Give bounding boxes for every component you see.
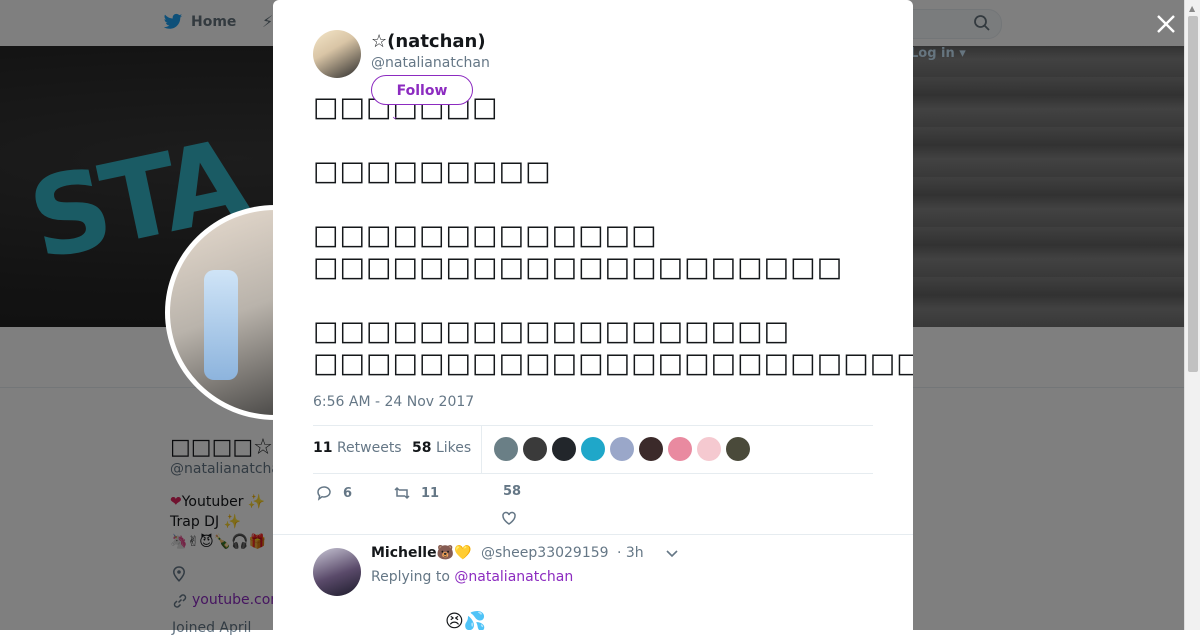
retweet-icon (394, 486, 410, 500)
reply-time[interactable]: · 3h (617, 545, 644, 561)
login-link[interactable]: Log in ▾ (910, 46, 966, 61)
reply-action[interactable]: 6 (315, 484, 352, 502)
tweet-text: □□□□□□□ □□□□□□□□□ □□□□□□□□□□□□□ □□□□□□□□… (313, 92, 913, 379)
close-icon[interactable] (1154, 12, 1178, 36)
stats-divider (481, 426, 482, 473)
replying-to: Replying to @natalianatchan (371, 569, 573, 585)
liker-avatar[interactable] (552, 437, 576, 461)
likes-label: Likes (435, 440, 472, 456)
chevron-down-icon[interactable]: ⌄ (391, 112, 399, 122)
author-avatar[interactable] (313, 30, 361, 78)
liker-avatar[interactable] (639, 437, 663, 461)
liker-avatar[interactable] (581, 437, 605, 461)
likes-stat[interactable]: 58 Likes (412, 440, 471, 456)
liker-avatar[interactable] (726, 437, 750, 461)
follow-button[interactable]: Follow (371, 75, 473, 105)
avatar-bottle (204, 270, 238, 380)
reply-icon (317, 486, 331, 501)
reply-avatar[interactable] (313, 548, 361, 596)
login-label: Log in (910, 46, 955, 61)
like-action-count: 58 (503, 484, 522, 499)
retweets-stat[interactable]: 11 Retweets (313, 440, 402, 456)
replying-to-prefix: Replying to (371, 569, 450, 585)
tweet-stats: 11 Retweets 58 Likes (313, 425, 873, 474)
scrollbar-thumb[interactable] (1188, 16, 1198, 372)
tweet-actions: 6 11 58 (313, 484, 873, 527)
liker-avatar[interactable] (610, 437, 634, 461)
likes-count: 58 (412, 440, 432, 456)
reply-tweet[interactable]: Michelle🐻💛 @sheep33029159 · 3h Replying … (273, 535, 913, 630)
page-scrollbar[interactable]: ▲ (1184, 0, 1200, 630)
author-name[interactable]: ☆(natchan) (371, 31, 486, 52)
scroll-up-arrow[interactable]: ▲ (1189, 4, 1195, 13)
liker-avatar[interactable] (494, 437, 518, 461)
liker-avatar[interactable] (668, 437, 692, 461)
retweet-action-count: 11 (421, 485, 440, 501)
reply-author-handle[interactable]: @sheep33029159 (481, 545, 609, 561)
like-action[interactable]: 58 (503, 484, 521, 499)
liker-avatar[interactable] (523, 437, 547, 461)
replies-area: Michelle🐻💛 @sheep33029159 · 3h Replying … (273, 534, 913, 630)
liker-avatar[interactable] (697, 437, 721, 461)
chevron-down-icon[interactable] (665, 547, 679, 561)
tweet-modal: ☆(natchan) @natalianatchan □□□□□□□ □□□□□… (273, 0, 913, 630)
retweets-count: 11 (313, 440, 333, 456)
likers-avatars (494, 437, 750, 461)
heart-outline-icon[interactable] (500, 509, 518, 527)
author-handle[interactable]: @natalianatchan (371, 55, 490, 71)
reply-author-name[interactable]: Michelle🐻💛 (371, 545, 471, 561)
retweets-label: Retweets (336, 440, 402, 456)
replying-to-handle[interactable]: @natalianatchan (454, 569, 573, 585)
retweet-action[interactable]: 11 (393, 484, 439, 502)
reply-count: 6 (343, 485, 353, 501)
reply-text: 😣💦 (445, 611, 487, 630)
tweet-timestamp[interactable]: 6:56 AM - 24 Nov 2017 (313, 394, 474, 410)
